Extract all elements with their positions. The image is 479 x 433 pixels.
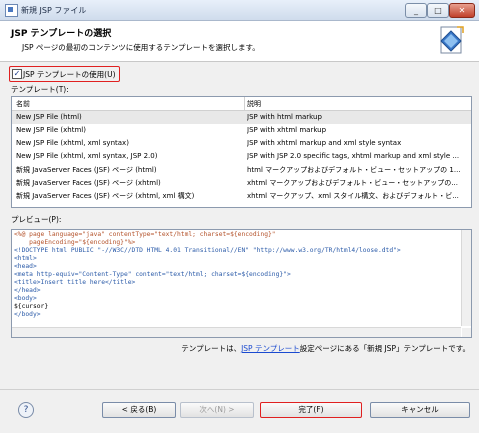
row-name: New JSP File (html) bbox=[16, 113, 82, 121]
row-description: html マークアップおよびデフォルト・ビュー・セットアップの 1... bbox=[247, 166, 461, 174]
use-template-label: JSP テンプレートの使用(U) bbox=[23, 70, 116, 79]
template-note: テンプレートは、JSP テンプレート設定ページにある「新規 JSP」テンプレート… bbox=[181, 343, 470, 354]
preview-line: pageEncoding="${encoding}"%> bbox=[14, 239, 136, 246]
window-title: 新規 JSP ファイル bbox=[21, 6, 87, 15]
dialog-window: 新規 JSP ファイル _ □ ✕ JSP テンプレートの選択 JSP ページの… bbox=[0, 0, 479, 433]
cancel-button[interactable]: キャンセル bbox=[370, 402, 470, 418]
maximize-button[interactable]: □ bbox=[427, 3, 449, 18]
back-button[interactable]: < 戻る(B) bbox=[102, 402, 176, 418]
finish-button[interactable]: 完了(F) bbox=[260, 402, 362, 418]
templates-label: テンプレート(T): bbox=[11, 85, 69, 94]
table-row[interactable]: New JSP File (xhtml, xml syntax) JSP wit… bbox=[12, 137, 471, 150]
table-row[interactable]: 新規 JavaServer Faces (JSF) ページ (xhtml) xh… bbox=[12, 176, 471, 189]
row-name: New JSP File (xhtml) bbox=[16, 126, 86, 134]
column-divider[interactable] bbox=[244, 97, 245, 110]
wizard-header: JSP テンプレートの選択 JSP ページの最初のコンテンツに使用するテンプレー… bbox=[0, 21, 479, 62]
page-title: JSP テンプレートの選択 bbox=[11, 29, 112, 39]
row-name: 新規 JavaServer Faces (JSF) ページ (xhtml) bbox=[16, 179, 161, 187]
template-preview[interactable]: <%@ page language="java" contentType="te… bbox=[11, 229, 472, 338]
row-description: xhtml マークアップ、xml スタイル構文、およびデフォルト・ビ... bbox=[247, 192, 459, 200]
preview-line: <!DOCTYPE html PUBLIC "-//W3C//DTD HTML … bbox=[14, 247, 401, 254]
table-header: 名前 説明 bbox=[12, 97, 471, 111]
preview-line: </head> bbox=[14, 287, 41, 294]
use-template-checkbox[interactable]: ✓ JSP テンプレートの使用(U) bbox=[9, 66, 120, 82]
column-header-name[interactable]: 名前 bbox=[16, 99, 30, 109]
row-description: xhtml マークアップおよびデフォルト・ビュー・セットアップの... bbox=[247, 179, 458, 187]
page-description: JSP ページの最初のコンテンツに使用するテンプレートを選択します。 bbox=[22, 43, 260, 52]
app-icon bbox=[5, 4, 18, 17]
checkbox-checked-icon[interactable]: ✓ bbox=[12, 69, 22, 79]
table-row[interactable]: New JSP File (xhtml) JSP with xhtml mark… bbox=[12, 124, 471, 137]
note-suffix: 設定ページにある「新規 JSP」テンプレートです。 bbox=[299, 344, 470, 353]
horizontal-scrollbar[interactable] bbox=[12, 327, 461, 337]
row-description: JSP with JSP 2.0 specific tags, xhtml ma… bbox=[247, 152, 460, 160]
preview-label: プレビュー(P): bbox=[11, 215, 62, 224]
next-button[interactable]: 次へ(N) > bbox=[180, 402, 254, 418]
row-description: JSP with xhtml markup bbox=[247, 126, 327, 134]
table-row[interactable]: 新規 JavaServer Faces (JSF) ページ (xhtml, xm… bbox=[12, 189, 471, 202]
row-name: 新規 JavaServer Faces (JSF) ページ (xhtml, xm… bbox=[16, 192, 195, 200]
table-row[interactable]: New JSP File (xhtml, xml syntax, JSP 2.0… bbox=[12, 150, 471, 163]
preview-line: <title>Insert title here</title> bbox=[14, 279, 136, 286]
row-description: JSP with xhtml markup and xml style synt… bbox=[247, 139, 402, 147]
minimize-button[interactable]: _ bbox=[405, 3, 427, 18]
scroll-corner bbox=[462, 328, 471, 337]
jsp-file-wizard-icon bbox=[440, 26, 464, 54]
note-prefix: テンプレートは、 bbox=[181, 344, 242, 353]
preview-line: </body> bbox=[14, 311, 41, 318]
table-row[interactable]: 新規 JavaServer Faces (JSF) ページ (html) htm… bbox=[12, 163, 471, 176]
preview-line: <meta http-equiv="Content-Type" content=… bbox=[14, 271, 291, 278]
footer-divider bbox=[0, 389, 479, 390]
preview-line: <body> bbox=[14, 295, 37, 302]
column-header-description[interactable]: 説明 bbox=[247, 99, 261, 109]
templates-table[interactable]: 名前 説明 New JSP File (html) JSP with html … bbox=[11, 96, 472, 208]
jsp-templates-link[interactable]: JSP テンプレート bbox=[241, 344, 300, 353]
close-button[interactable]: ✕ bbox=[449, 3, 475, 18]
preview-line: <html> bbox=[14, 255, 37, 262]
preview-line: ${cursor} bbox=[14, 303, 49, 310]
help-button[interactable]: ? bbox=[18, 402, 34, 418]
row-name: New JSP File (xhtml, xml syntax) bbox=[16, 139, 129, 147]
vertical-scrollbar[interactable] bbox=[461, 230, 471, 326]
row-name: New JSP File (xhtml, xml syntax, JSP 2.0… bbox=[16, 152, 158, 160]
row-description: JSP with html markup bbox=[247, 113, 322, 121]
preview-line: <%@ page language="java" contentType="te… bbox=[14, 231, 276, 238]
table-row[interactable]: New JSP File (html) JSP with html markup bbox=[12, 111, 471, 124]
title-bar[interactable]: 新規 JSP ファイル _ □ ✕ bbox=[0, 0, 479, 21]
preview-line: <head> bbox=[14, 263, 37, 270]
row-name: 新規 JavaServer Faces (JSF) ページ (html) bbox=[16, 166, 157, 174]
